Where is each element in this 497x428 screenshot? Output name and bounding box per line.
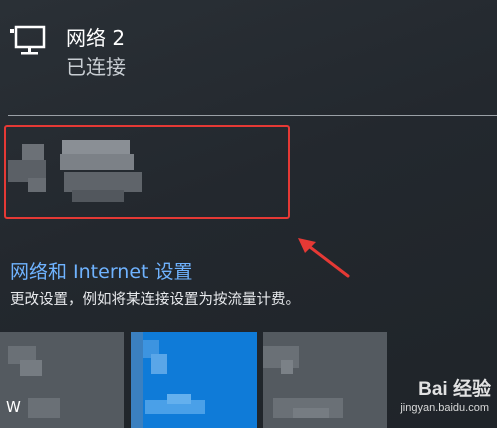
network-name: 网络 2 (66, 26, 126, 50)
tile-icon-mosaic (281, 360, 293, 374)
tile-icon-mosaic (20, 360, 42, 376)
ethernet-monitor-icon (10, 25, 46, 55)
network-internet-settings-link[interactable]: 网络和 Internet 设置 (10, 259, 193, 285)
baidu-jingyan-watermark: Bai 经验 jingyan.baidu.com (353, 374, 491, 424)
settings-description: 更改设置，例如将某连接设置为按流量计费。 (10, 292, 300, 308)
annotation-arrow-icon (298, 238, 350, 278)
tile-label-mosaic (28, 398, 60, 418)
tile-label-mosaic (293, 408, 329, 418)
highlight-box (4, 125, 290, 219)
divider (8, 115, 497, 116)
network-flyout: 网络 2 已连接 网络和 Internet 设置 更改设置，例如将某连接设置为按… (0, 0, 497, 428)
quick-action-tile-active[interactable] (131, 332, 257, 428)
watermark-logo: Bai 经验 (418, 379, 491, 400)
tile-label: W (6, 398, 21, 416)
tile-label-mosaic (167, 394, 191, 404)
tile-icon-mosaic (151, 354, 167, 374)
network-status: 已连接 (66, 55, 126, 79)
watermark-url: jingyan.baidu.com (400, 402, 489, 414)
network-item-connected[interactable]: 网络 2 已连接 (0, 0, 497, 100)
tile-edge-mosaic (131, 332, 143, 428)
quick-action-tile-wifi[interactable]: W (0, 332, 124, 428)
